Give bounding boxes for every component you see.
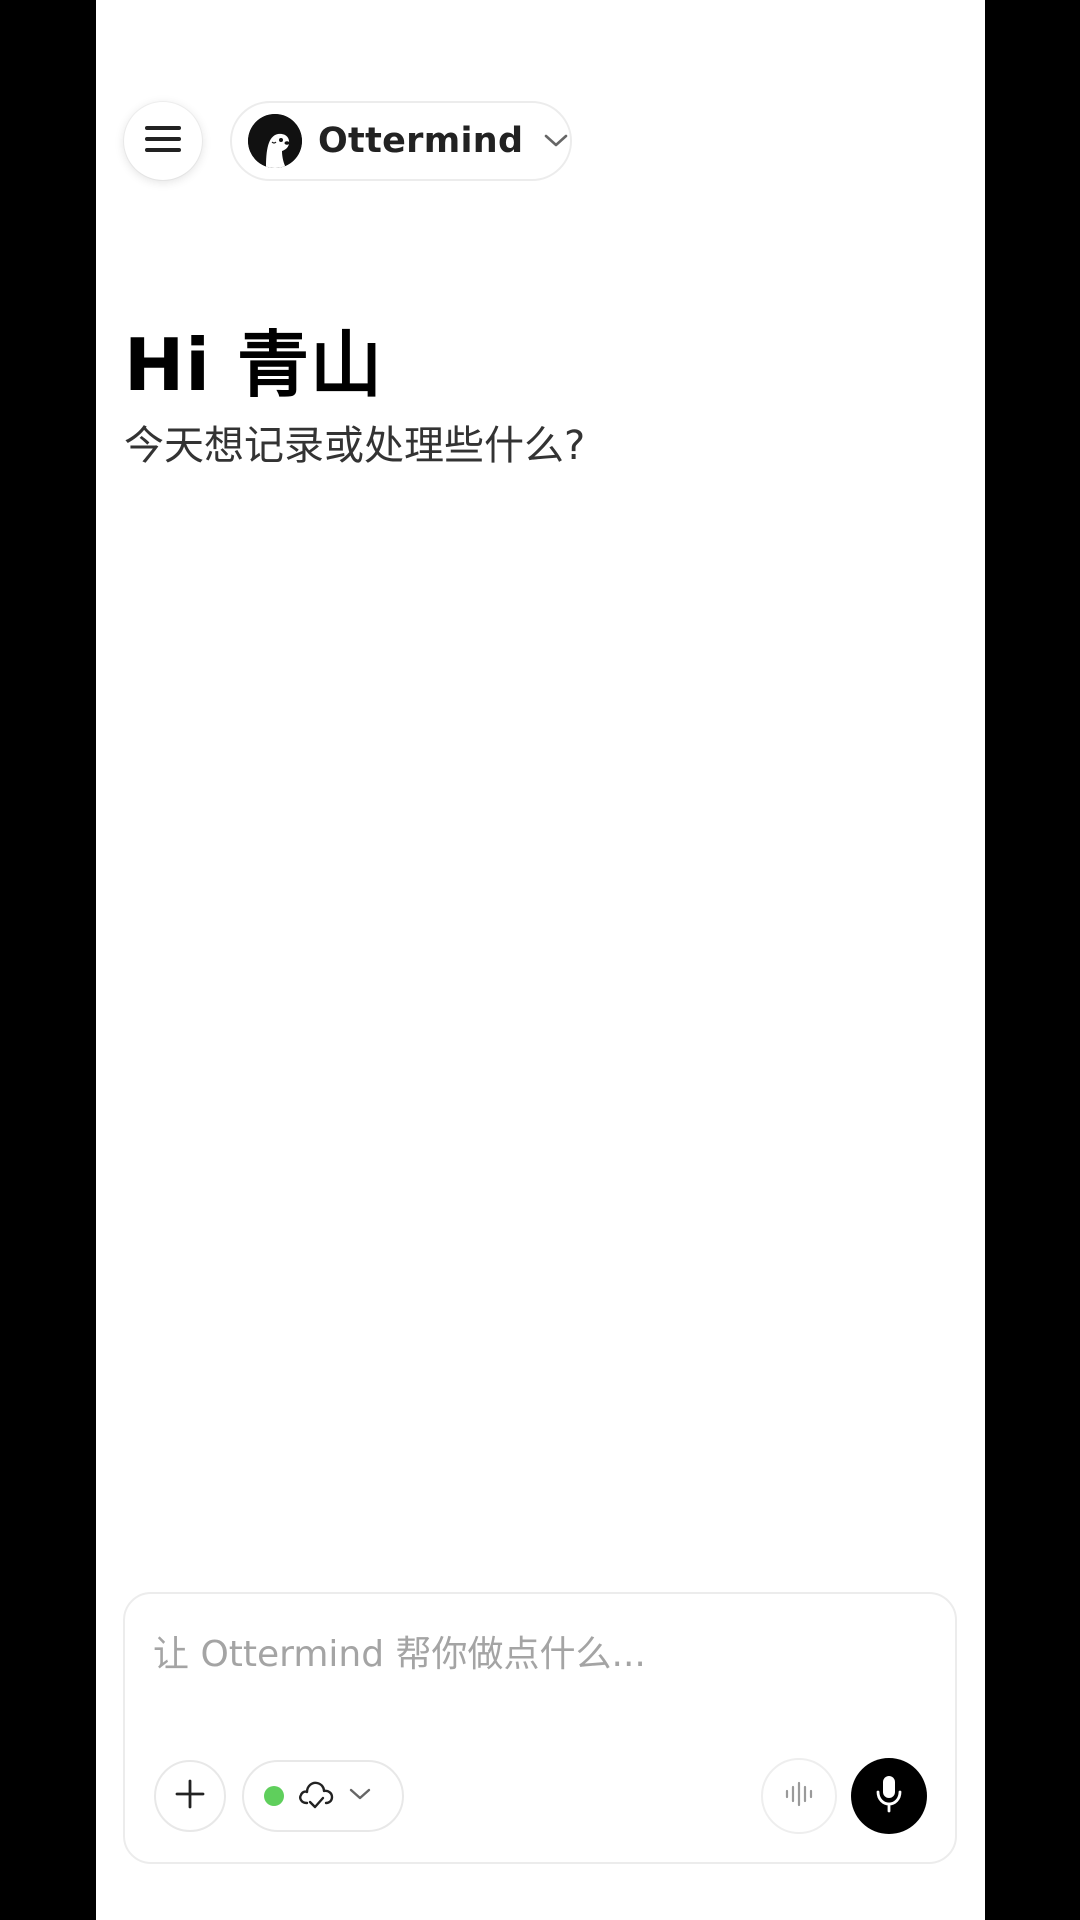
chevron-down-icon	[543, 133, 569, 149]
app-screen: Ottermind Hi 青山 今天想记录或处理些什么?	[96, 0, 985, 1920]
greeting-subtitle: 今天想记录或处理些什么?	[124, 423, 586, 469]
plus-icon	[174, 1778, 206, 1814]
menu-button[interactable]	[124, 102, 202, 180]
chevron-down-icon	[348, 1786, 372, 1806]
hamburger-menu-icon	[144, 124, 182, 158]
prompt-composer	[123, 1592, 957, 1864]
otter-icon	[248, 114, 302, 168]
model-name: Ottermind	[318, 121, 524, 161]
greeting-title: Hi 青山	[124, 323, 384, 407]
voice-mode-button[interactable]	[761, 1758, 837, 1834]
microphone-button[interactable]	[851, 1758, 927, 1834]
prompt-input[interactable]	[153, 1624, 913, 1684]
cloud-check-icon	[296, 1777, 336, 1815]
mode-selector[interactable]	[242, 1760, 404, 1832]
microphone-icon	[874, 1774, 904, 1818]
sound-wave-icon	[784, 1781, 814, 1811]
model-selector[interactable]: Ottermind	[230, 101, 572, 181]
add-attachment-button[interactable]	[154, 1760, 226, 1832]
status-dot	[264, 1786, 284, 1806]
